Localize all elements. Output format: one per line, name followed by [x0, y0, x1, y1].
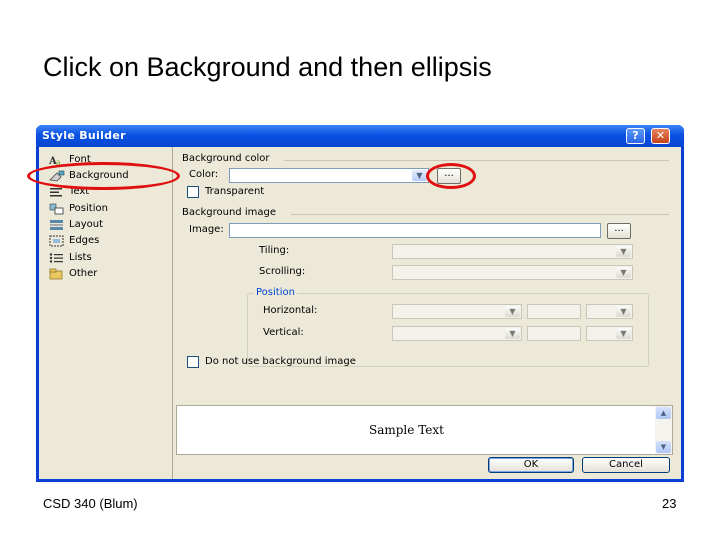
sidebar-item-layout[interactable]: Layout — [49, 217, 103, 232]
sidebar-item-label: Position — [69, 203, 108, 214]
other-icon — [49, 268, 65, 280]
image-ellipsis-button[interactable]: ... — [607, 223, 631, 239]
sidebar-item-label: Other — [69, 268, 98, 279]
scrolling-label: Scrolling: — [259, 266, 306, 277]
chevron-down-icon[interactable]: ▼ — [616, 246, 631, 257]
image-label: Image: — [189, 224, 224, 235]
scroll-down-icon[interactable]: ▼ — [656, 441, 671, 453]
scroll-up-icon[interactable]: ▲ — [656, 407, 671, 419]
sidebar-item-position[interactable]: Position — [49, 201, 108, 216]
chevron-down-icon[interactable]: ▼ — [616, 328, 631, 339]
horizontal-select[interactable]: ▼ — [392, 304, 522, 319]
no-background-image-label: Do not use background image — [205, 356, 356, 367]
edges-icon — [49, 235, 65, 247]
color-label: Color: — [189, 169, 219, 180]
help-button[interactable]: ? — [626, 128, 645, 144]
sample-text: Sample Text — [369, 423, 444, 437]
page-number: 23 — [662, 496, 677, 511]
sidebar-item-lists[interactable]: Lists — [49, 250, 92, 265]
sidebar-item-other[interactable]: Other — [49, 266, 97, 281]
cancel-button[interactable]: Cancel — [582, 457, 670, 473]
vertical-unit-select[interactable]: ▼ — [586, 326, 633, 341]
horizontal-label: Horizontal: — [263, 305, 318, 316]
sidebar-item-label: Lists — [69, 252, 92, 263]
dialog-title: Style Builder — [42, 129, 126, 142]
tiling-select[interactable]: ▼ — [392, 244, 633, 259]
vertical-label: Vertical: — [263, 327, 304, 338]
horizontal-value-input[interactable] — [527, 304, 581, 319]
vertical-select[interactable]: ▼ — [392, 326, 522, 341]
scrolling-select[interactable]: ▼ — [392, 265, 633, 280]
preview-scrollbar[interactable]: ▲ ▼ — [655, 406, 672, 454]
position-group-title: Position — [254, 287, 297, 298]
sidebar-item-label: Layout — [69, 219, 103, 230]
lists-icon — [49, 252, 65, 264]
color-combo[interactable]: ▼ — [229, 168, 429, 183]
horizontal-unit-select[interactable]: ▼ — [586, 304, 633, 319]
sidebar-item-edges[interactable]: Edges — [49, 233, 99, 248]
highlight-ring-background — [27, 162, 180, 190]
chevron-down-icon[interactable]: ▼ — [616, 267, 631, 278]
category-sidebar: Aa Font Background Text Position Layout … — [39, 147, 173, 479]
transparent-label: Transparent — [205, 186, 265, 197]
sidebar-item-label: Edges — [69, 235, 100, 246]
tiling-label: Tiling: — [259, 245, 290, 256]
highlight-ring-ellipsis — [426, 163, 476, 189]
transparent-checkbox[interactable] — [187, 186, 199, 198]
background-color-section-title: Background color — [182, 153, 270, 164]
slide-title: Click on Background and then ellipsis — [43, 52, 492, 82]
chevron-down-icon[interactable]: ▼ — [616, 306, 631, 317]
ok-button[interactable]: OK — [488, 457, 574, 473]
layout-icon — [49, 219, 65, 231]
dialog-client: Aa Font Background Text Position Layout … — [39, 147, 681, 479]
chevron-down-icon[interactable]: ▼ — [505, 306, 520, 317]
chevron-down-icon[interactable]: ▼ — [505, 328, 520, 339]
chevron-down-icon[interactable]: ▼ — [412, 170, 427, 181]
dialog-titlebar[interactable]: Style Builder ? ✕ — [36, 125, 684, 147]
close-button[interactable]: ✕ — [651, 128, 670, 144]
vertical-value-input[interactable] — [527, 326, 581, 341]
footer-course: CSD 340 (Blum) — [43, 496, 138, 511]
background-image-section-title: Background image — [182, 207, 276, 218]
image-input[interactable] — [229, 223, 601, 238]
no-background-image-checkbox[interactable] — [187, 356, 199, 368]
section-divider — [291, 214, 669, 215]
section-divider — [284, 160, 669, 161]
position-icon — [49, 203, 65, 215]
sample-preview: Sample Text ▲ ▼ — [176, 405, 673, 455]
